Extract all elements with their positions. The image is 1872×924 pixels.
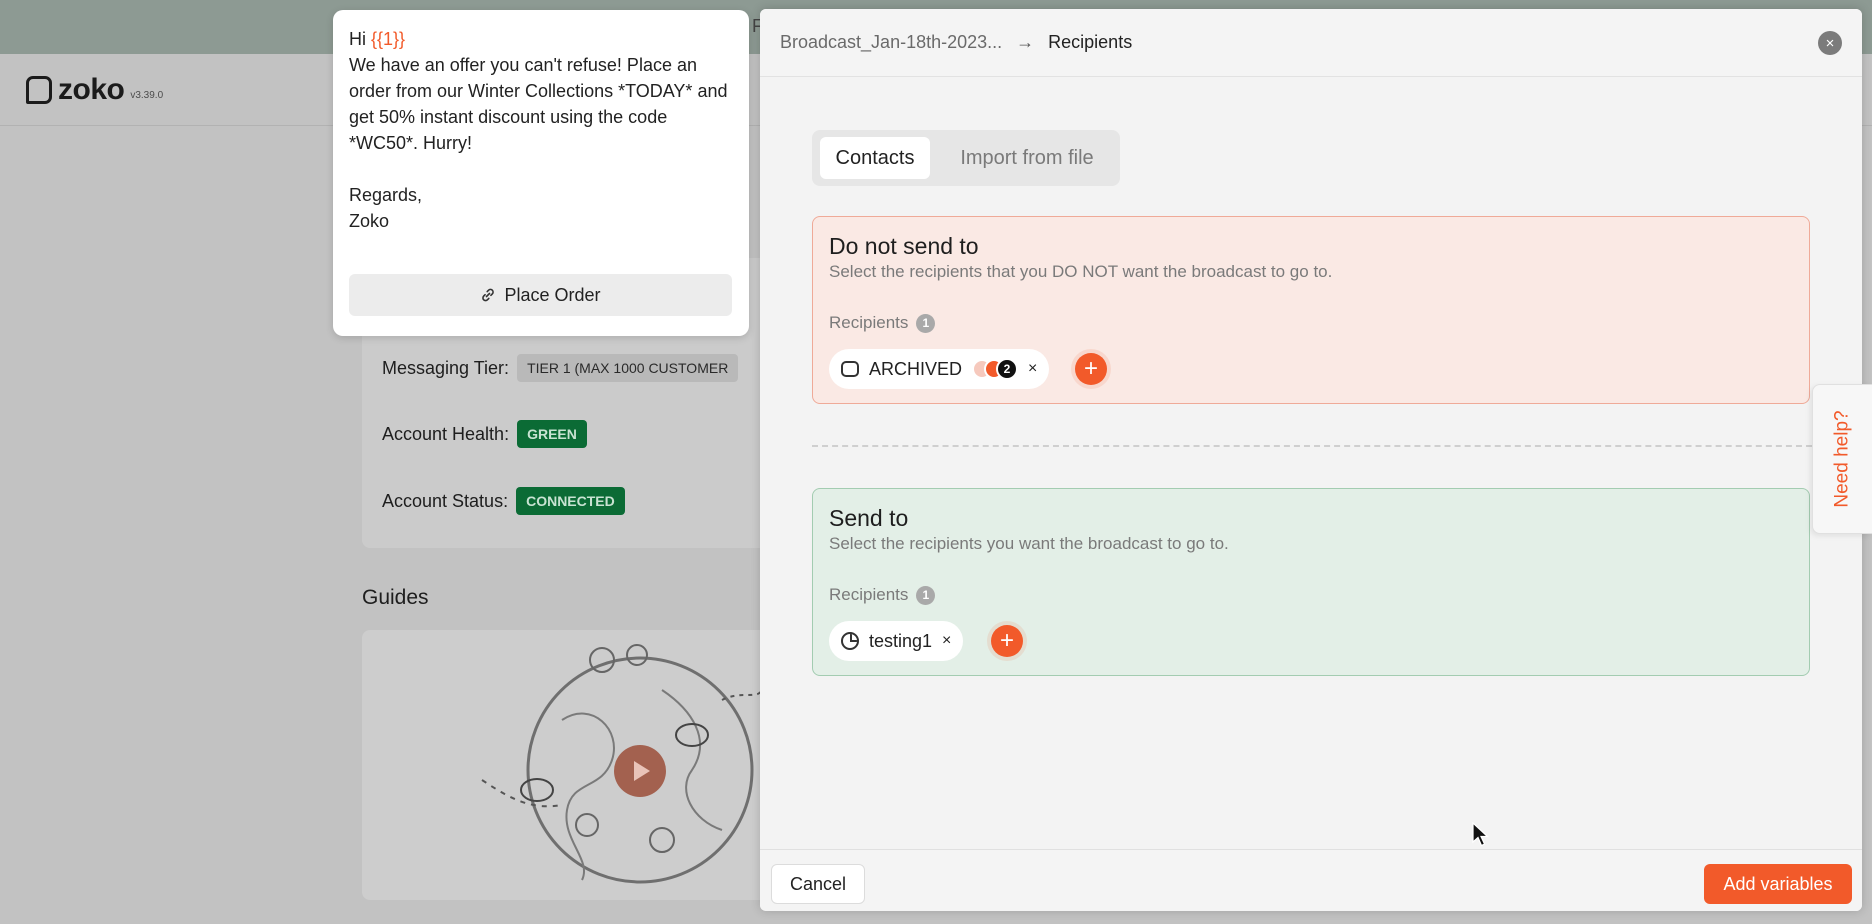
zoko-logo[interactable]: zoko v3.39.0 [26, 73, 163, 107]
exclude-recipients-label: Recipients 1 [829, 313, 936, 333]
arrow-right-icon: → [1016, 32, 1035, 52]
panel-header: Broadcast_Jan-18th-2023... → Recipients … [760, 9, 1862, 77]
cancel-button[interactable]: Cancel [771, 864, 865, 904]
preview-variable: {{1}} [371, 29, 406, 49]
include-recipients-text: Recipients [829, 585, 909, 604]
breadcrumb: Broadcast_Jan-18th-2023... → Recipients [780, 32, 1132, 53]
archive-icon [841, 361, 859, 377]
panel-footer: Cancel Add variables [760, 849, 1862, 911]
do-not-send-section: Do not send to Select the recipients tha… [812, 216, 1810, 404]
account-status-label: Account Status: [382, 490, 509, 511]
place-order-label: Place Order [504, 284, 601, 305]
send-to-subtitle: Select the recipients you want the broad… [829, 534, 1229, 553]
need-help-tab[interactable]: Need help? [1812, 384, 1872, 534]
account-health-label: Account Health: [382, 423, 510, 444]
avatar-count: 2 [996, 358, 1019, 380]
place-order-button[interactable]: Place Order [349, 274, 732, 316]
add-included-button[interactable]: + [991, 625, 1023, 657]
breadcrumb-recipients: Recipients [1048, 32, 1133, 52]
close-icon[interactable]: × [1818, 31, 1842, 55]
send-to-title: Send to [829, 505, 909, 531]
messaging-tier-row: Messaging Tier: TIER 1 (MAX 1000 CUSTOME… [382, 354, 739, 382]
chip-avatars: 2 [972, 358, 1019, 380]
exclude-count-badge: 1 [916, 313, 936, 333]
archived-chip-label: ARCHIVED [869, 358, 963, 379]
need-help-label: Need help? [1831, 410, 1853, 508]
archived-chip[interactable]: ARCHIVED 2 × [829, 349, 1050, 389]
guide-video-card[interactable] [362, 630, 782, 900]
section-divider [812, 445, 1812, 447]
source-tabs: Contacts Import from file [812, 130, 1120, 186]
account-status-row: Account Status: CONNECTED [382, 487, 625, 515]
include-recipients-label: Recipients 1 [829, 585, 936, 605]
globe-illustration [481, 644, 763, 884]
mouse-cursor-icon [1472, 822, 1490, 847]
testing1-chip-label: testing1 [869, 630, 933, 651]
testing1-chip[interactable]: testing1 × [829, 621, 964, 661]
preview-text: Hi {{1}} We have an offer you can't refu… [349, 26, 739, 234]
preview-body: We have an offer you can't refuse! Place… [349, 55, 728, 231]
account-health-badge: GREEN [517, 420, 587, 448]
remove-archived-icon[interactable]: × [1028, 360, 1037, 378]
exclude-recipients-text: Recipients [829, 313, 909, 332]
remove-testing1-icon[interactable]: × [942, 632, 951, 650]
zoko-logo-icon [26, 76, 52, 104]
segment-icon [841, 632, 859, 650]
account-status-badge: CONNECTED [516, 487, 625, 515]
logo-text: zoko [58, 73, 125, 106]
recipients-panel: Broadcast_Jan-18th-2023... → Recipients … [760, 9, 1862, 911]
add-variables-button[interactable]: Add variables [1704, 864, 1852, 904]
app-version: v3.39.0 [130, 89, 164, 101]
include-count-badge: 1 [916, 585, 936, 605]
add-excluded-button[interactable]: + [1075, 353, 1107, 385]
link-icon [482, 288, 495, 302]
tab-import-from-file[interactable]: Import from file [942, 137, 1112, 179]
breadcrumb-broadcast[interactable]: Broadcast_Jan-18th-2023... [780, 32, 1002, 53]
messaging-tier-badge: TIER 1 (MAX 1000 CUSTOMER [517, 354, 739, 382]
send-to-section: Send to Select the recipients you want t… [812, 488, 1810, 676]
do-not-send-title: Do not send to [829, 233, 979, 259]
play-icon[interactable] [614, 745, 666, 797]
tab-contacts[interactable]: Contacts [820, 137, 930, 179]
account-health-row: Account Health: GREEN [382, 420, 587, 448]
do-not-send-subtitle: Select the recipients that you DO NOT wa… [829, 262, 1333, 281]
preview-greeting: Hi [349, 29, 371, 49]
messaging-tier-label: Messaging Tier: [382, 357, 510, 378]
guides-title: Guides [362, 586, 429, 609]
message-preview: Hi {{1}} We have an offer you can't refu… [333, 10, 749, 336]
